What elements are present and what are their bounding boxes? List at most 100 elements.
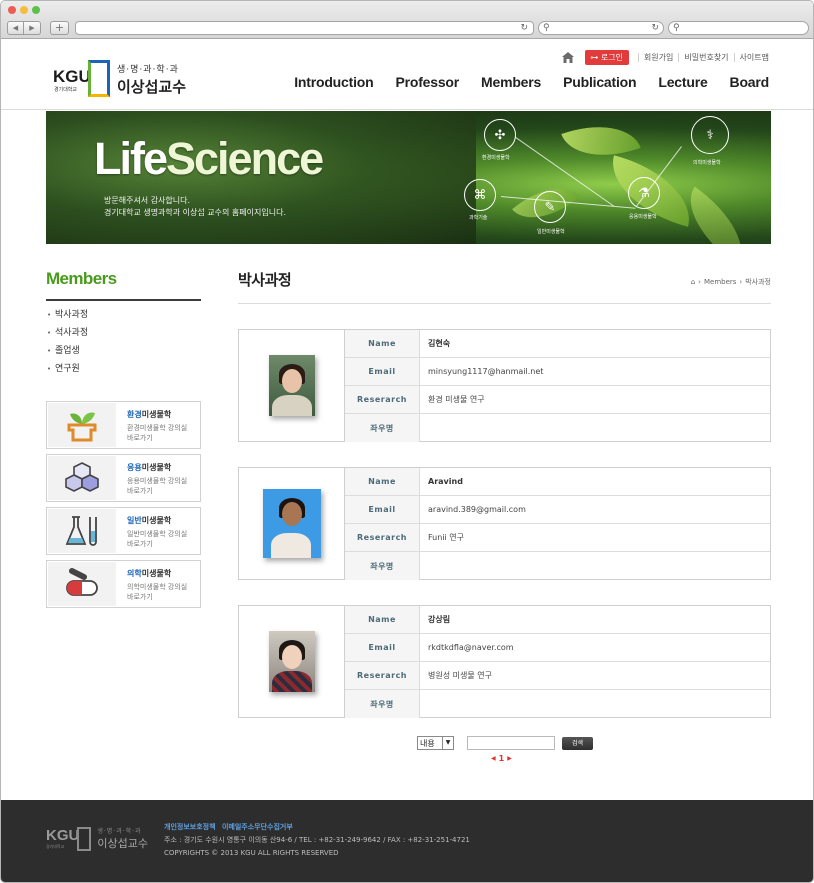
member-info: Name Aravind Email aravind.389@gmail.com R…: [345, 468, 770, 580]
banner-description: 방문해주셔서 감사합니다. 경기대학교 생명과학과 이상섭 교수의 홈페이지입니…: [104, 196, 286, 217]
email-label: Email: [345, 496, 420, 523]
reload-icon-secondary[interactable]: ↻: [651, 23, 659, 33]
footer-logo-name: 이상섭교수: [97, 837, 148, 850]
sidebar-menu: 박사과정 석사과정 졸업생 연구원: [46, 306, 201, 378]
close-window-button[interactable]: [8, 6, 16, 14]
banner-title: LifeScience: [94, 133, 324, 184]
login-button[interactable]: ⊶ 로그인: [585, 50, 629, 65]
member-name: 강상림: [428, 615, 451, 624]
site-logo[interactable]: KGU 경기대학교 생·명·과·학·과 이상섭교수: [53, 60, 186, 98]
footer-logo-department: 생·명·과·학·과: [97, 828, 142, 835]
main-content: 박사과정 ⌂ › Members › 박사과정 Name 김현숙 Email min…: [238, 269, 771, 718]
browser-search-field-2[interactable]: ⚲: [668, 21, 809, 35]
zoom-window-button[interactable]: [32, 6, 40, 14]
flask-icon: [48, 509, 116, 553]
email-label: Email: [345, 358, 420, 385]
main-navigation: Introduction Professor Members Publicati…: [294, 74, 769, 90]
breadcrumb-current: 박사과정: [745, 278, 771, 286]
research-label: Reserarch: [345, 386, 420, 413]
search-field-select[interactable]: 내용 ▼: [417, 736, 454, 750]
home-icon[interactable]: ⌂: [691, 278, 695, 286]
name-label: Name: [345, 468, 420, 495]
minimize-window-button[interactable]: [20, 6, 28, 14]
nav-lecture[interactable]: Lecture: [658, 74, 707, 90]
nav-board[interactable]: Board: [730, 74, 770, 90]
address-bar[interactable]: ↻: [75, 21, 534, 35]
new-tab-button[interactable]: +: [50, 21, 69, 35]
member-card: Name 강상림 Email rkdtkdfla@naver.com Reserar…: [238, 605, 771, 718]
breadcrumb: ⌂ › Members › 박사과정: [690, 278, 771, 286]
quick-link-general[interactable]: 일반미생물학 일반미생물학 강의실 바로가기: [46, 507, 201, 555]
nav-publication[interactable]: Publication: [563, 74, 636, 90]
research-label: Reserarch: [345, 524, 420, 551]
member-email[interactable]: rkdtkdfla@naver.com: [420, 634, 770, 661]
back-button[interactable]: ◀: [7, 21, 24, 35]
breadcrumb-members[interactable]: Members: [704, 278, 736, 286]
sidebar-item-masters[interactable]: 석사과정: [46, 324, 201, 342]
privacy-policy-link[interactable]: 개인정보보호정책: [164, 823, 216, 831]
search-button[interactable]: 검색: [562, 736, 593, 750]
forward-button[interactable]: ▶: [24, 21, 41, 35]
quick-link-applied[interactable]: 응용미생물학 응용미생물학 강의실 바로가기: [46, 454, 201, 502]
site-header: KGU 경기대학교 생·명·과·학·과 이상섭교수 ⊶ 로그인 회원가입 비밀번…: [1, 40, 813, 110]
quick-link-environment[interactable]: 환경미생물학 환경미생물학 강의실 바로가기: [46, 401, 201, 449]
cubes-icon: [48, 456, 116, 500]
quick-link-desc: 환경미생물학 강의실 바로가기: [127, 424, 188, 442]
sidebar-item-phd[interactable]: 박사과정: [46, 306, 201, 324]
motto-label: 좌우명: [345, 690, 420, 718]
current-page[interactable]: 1: [499, 754, 505, 763]
browser-search-field[interactable]: ⚲ ↻: [538, 21, 664, 35]
general-microbiology-icon[interactable]: ✎: [534, 191, 566, 223]
motto-label: 좌우명: [345, 552, 420, 580]
environment-microbiology-icon[interactable]: ✣: [484, 119, 516, 151]
medical-microbiology-icon[interactable]: ⚕: [691, 116, 729, 154]
next-page-icon[interactable]: ▶: [507, 755, 512, 762]
logo-kgu-text: KGU: [53, 67, 91, 86]
reload-icon[interactable]: ↻: [520, 23, 528, 33]
member-photo: [262, 489, 321, 558]
email-refusal-link[interactable]: 이메일주소무단수집거부: [222, 823, 293, 831]
find-password-link[interactable]: 비밀번호찾기: [678, 53, 733, 62]
pagination: ◀ 1 ▶: [491, 754, 512, 763]
member-name: 김현숙: [428, 339, 451, 348]
search-input[interactable]: [467, 736, 555, 750]
email-label: Email: [345, 634, 420, 661]
footer-copyright: COPYRIGHTS © 2013 KGU ALL RIGHTS RESERVE…: [164, 849, 339, 857]
banner-label: 과학기술: [469, 215, 488, 221]
quick-link-medical[interactable]: 의학미생물학 의학미생물학 강의실 바로가기: [46, 560, 201, 608]
nav-members[interactable]: Members: [481, 74, 541, 90]
plant-pot-icon: [48, 403, 116, 447]
pill-capsule-icon: [48, 562, 116, 606]
banner-label: 환경미생물학: [482, 155, 510, 161]
window-controls: [8, 6, 40, 14]
member-email[interactable]: aravind.389@gmail.com: [420, 496, 770, 523]
nav-introduction[interactable]: Introduction: [294, 74, 373, 90]
sidebar-item-graduates[interactable]: 졸업생: [46, 342, 201, 360]
science-technology-icon[interactable]: ⌘: [464, 179, 496, 211]
search-icon-2: ⚲: [673, 23, 680, 33]
prev-page-icon[interactable]: ◀: [491, 755, 496, 762]
footer-logo-frame-icon: [77, 826, 92, 851]
member-info: Name 김현숙 Email minsyung1117@hanmail.net Re…: [345, 330, 770, 442]
sitemap-link[interactable]: 사이트맵: [733, 53, 769, 62]
banner-label: 응용미생물학: [629, 214, 657, 220]
quick-link-title: 일반미생물학: [127, 516, 172, 525]
applied-microbiology-icon[interactable]: ⚗: [628, 177, 660, 209]
banner-label: 일반미생물학: [537, 229, 565, 235]
motto-label: 좌우명: [345, 414, 420, 442]
hero-banner: LifeScience 방문해주셔서 감사합니다. 경기대학교 생명과학과 이상…: [46, 111, 771, 244]
board-search: 내용 ▼ 검색: [417, 736, 593, 750]
search-icon: ⚲: [543, 23, 550, 33]
quick-link-title: 환경미생물학: [127, 410, 172, 419]
chevron-down-icon: ▼: [442, 737, 453, 749]
home-icon[interactable]: [562, 52, 575, 63]
sidebar-item-researchers[interactable]: 연구원: [46, 360, 201, 378]
footer-info: 개인정보보호정책 이메일주소무단수집거부 주소 : 경기도 수원시 영통구 이의…: [164, 821, 470, 860]
member-photo-cell: [239, 330, 345, 441]
member-photo: [268, 631, 315, 692]
member-research: Funii 연구: [428, 533, 465, 542]
nav-professor[interactable]: Professor: [395, 74, 459, 90]
member-email[interactable]: minsyung1117@hanmail.net: [420, 358, 770, 385]
site-footer: KGU 경기대학교 생·명·과·학·과 이상섭교수 개인정보보호정책 이메일주소…: [1, 800, 813, 882]
signup-link[interactable]: 회원가입: [637, 53, 678, 62]
